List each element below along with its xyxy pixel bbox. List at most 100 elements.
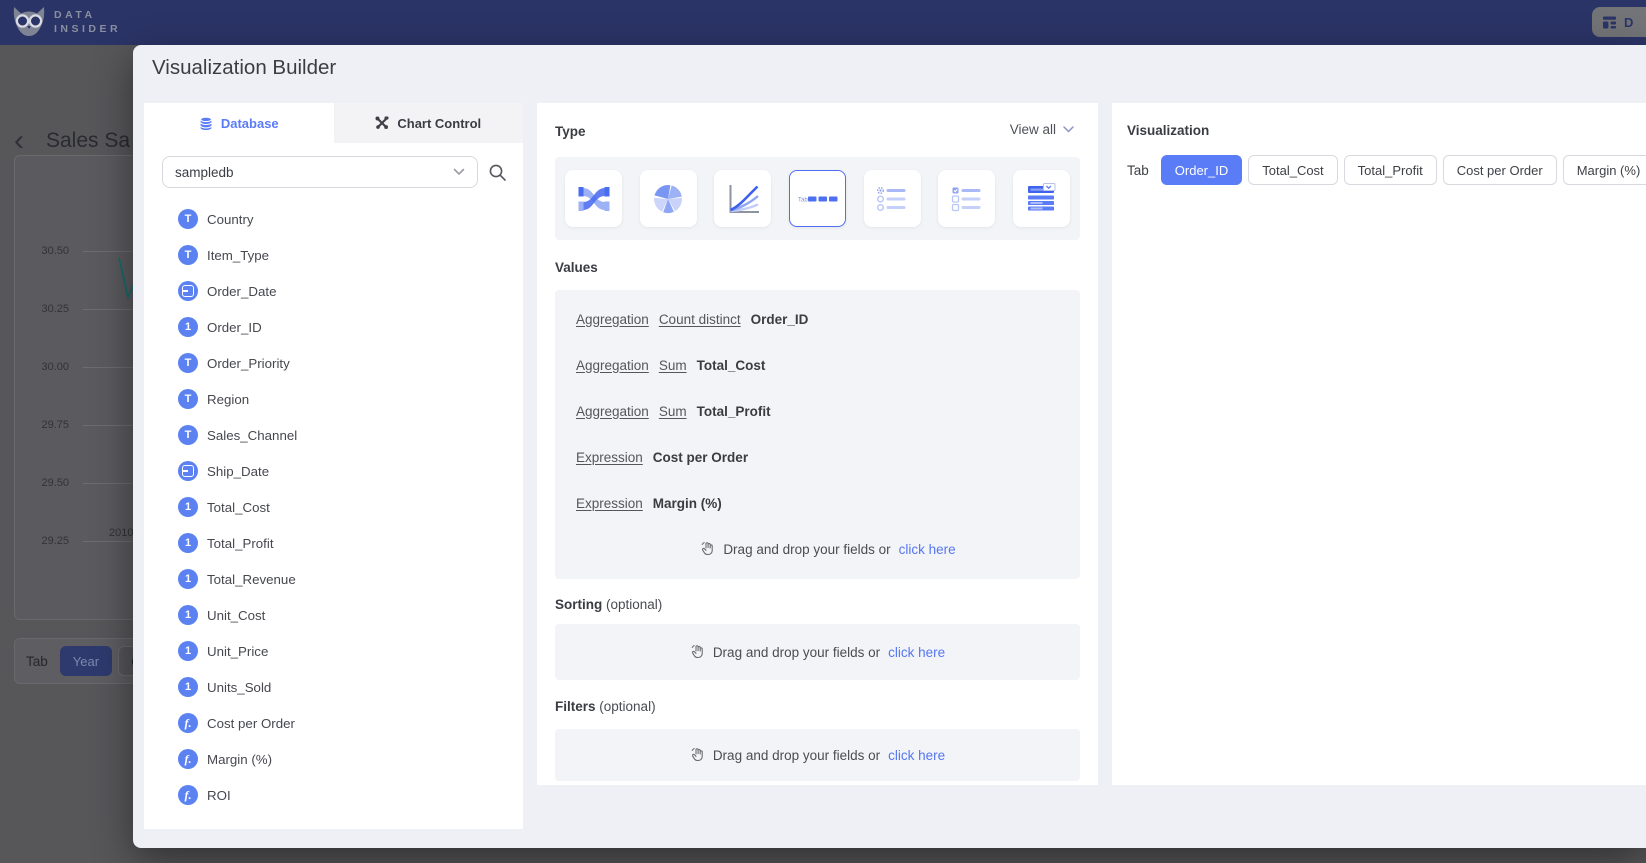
field-row[interactable]: T Sales_Channel (144, 417, 523, 453)
values-container: Aggregation Count distinct Order_ID Aggr… (555, 290, 1080, 579)
tab-chart-control[interactable]: Chart Control (334, 103, 524, 143)
sorting-dropzone[interactable]: Drag and drop your fields or click here (555, 624, 1080, 680)
value-kind-label[interactable]: Expression (576, 450, 643, 465)
brand-text: DATA INSIDER (54, 8, 121, 36)
background-chart: 30.50 30.25 30.00 29.75 29.50 (14, 155, 139, 620)
viz-tab-button[interactable]: Cost per Order (1443, 155, 1557, 185)
line-chart-icon (723, 179, 763, 219)
field-row[interactable]: 1 Units_Sold (144, 669, 523, 705)
field-row[interactable]: 1 Unit_Cost (144, 597, 523, 633)
type-tile-table[interactable] (1013, 170, 1070, 227)
period-button[interactable]: Year (60, 646, 112, 676)
field-type-icon: f. (178, 785, 198, 805)
type-tile-check-list[interactable] (938, 170, 995, 227)
visualization-panel: Visualization Tab Order_IDTotal_CostTota… (1112, 103, 1646, 785)
field-label: Order_Date (207, 284, 276, 299)
field-row[interactable]: f. ROI (144, 777, 523, 813)
value-kind-label[interactable]: Expression (576, 496, 643, 511)
period-buttons: YearQu (60, 646, 139, 676)
value-row[interactable]: Expression Margin (%) (576, 480, 1080, 526)
field-label: Ship_Date (207, 464, 269, 479)
field-row[interactable]: 1 Total_Cost (144, 489, 523, 525)
type-section-title: Type (555, 124, 586, 139)
view-all-button[interactable]: View all (1010, 122, 1074, 137)
field-row[interactable]: 1 Order_ID (144, 309, 523, 345)
value-kind-label[interactable]: Aggregation (576, 358, 649, 373)
value-function-label[interactable]: Count distinct (659, 312, 741, 327)
period-tab-label: Tab (26, 654, 48, 669)
field-label: Order_Priority (207, 356, 290, 371)
field-type-icon: 1 (178, 605, 198, 625)
value-field-label: Margin (%) (653, 496, 722, 511)
value-row[interactable]: Aggregation Sum Total_Cost (576, 342, 1080, 388)
value-row[interactable]: Aggregation Count distinct Order_ID (576, 296, 1080, 342)
field-type-icon: f. (178, 749, 198, 769)
type-tile-sankey-chart[interactable] (565, 170, 622, 227)
chart-line (15, 156, 139, 620)
dashboards-button[interactable]: D (1592, 7, 1646, 37)
values-drop-hint: Drag and drop your fields or click here (576, 526, 1080, 572)
value-kind-label[interactable]: Aggregation (576, 404, 649, 419)
field-label: Cost per Order (207, 716, 295, 731)
period-tab-bar: Tab YearQu (14, 638, 139, 684)
search-button[interactable] (488, 163, 507, 182)
type-tile-radio-list[interactable] (864, 170, 921, 227)
drop-hint-text: Drag and drop your fields or (713, 748, 880, 763)
drag-hand-icon (690, 644, 705, 660)
database-select[interactable]: sampledb (162, 156, 478, 188)
drag-hand-icon (700, 541, 715, 557)
value-function-label[interactable]: Sum (659, 358, 687, 373)
field-row[interactable]: T Item_Type (144, 237, 523, 273)
value-field-label: Total_Profit (697, 404, 771, 419)
radio-list-icon (872, 179, 912, 219)
tab-icon: Tab (795, 179, 839, 219)
type-tile-tab[interactable]: Tab (789, 170, 846, 227)
drop-hint-link[interactable]: click here (888, 748, 945, 763)
field-row[interactable]: 1 Total_Profit (144, 525, 523, 561)
field-type-icon: T (178, 245, 198, 265)
drop-hint-text: Drag and drop your fields or (713, 645, 880, 660)
field-type-icon: T (178, 353, 198, 373)
filters-dropzone[interactable]: Drag and drop your fields or click here (555, 729, 1080, 781)
drop-hint-link[interactable]: click here (899, 542, 956, 557)
field-list: T Country T Item_Type Order_Date (144, 201, 523, 813)
field-row[interactable]: f. Margin (%) (144, 741, 523, 777)
value-rows: Aggregation Count distinct Order_ID Aggr… (576, 296, 1080, 526)
table-icon (1021, 179, 1061, 219)
back-button[interactable]: ‹ (14, 130, 24, 152)
filters-section-title: Filters (optional) (555, 699, 656, 714)
field-row[interactable]: f. Cost per Order (144, 705, 523, 741)
field-row[interactable]: T Order_Priority (144, 345, 523, 381)
field-label: Total_Cost (207, 500, 270, 515)
tools-icon (375, 116, 389, 130)
value-function-label[interactable]: Sum (659, 404, 687, 419)
value-field-label: Cost per Order (653, 450, 748, 465)
value-kind-label[interactable]: Aggregation (576, 312, 649, 327)
drop-hint-link[interactable]: click here (888, 645, 945, 660)
type-tile-line-chart[interactable] (714, 170, 771, 227)
viz-tab-button[interactable]: Total_Profit (1344, 155, 1437, 185)
drop-hint-text: Drag and drop your fields or (723, 542, 890, 557)
viz-tab-button[interactable]: Order_ID (1161, 155, 1242, 185)
value-row[interactable]: Aggregation Sum Total_Profit (576, 388, 1080, 434)
field-row[interactable]: Ship_Date (144, 453, 523, 489)
field-row[interactable]: 1 Total_Revenue (144, 561, 523, 597)
values-section-title: Values (555, 260, 598, 275)
field-row[interactable]: 1 Unit_Price (144, 633, 523, 669)
field-type-icon: T (178, 389, 198, 409)
type-tile-pie-chart[interactable] (640, 170, 697, 227)
tab-database[interactable]: Database (144, 103, 334, 143)
field-type-icon: 1 (178, 677, 198, 697)
viz-tab-label: Tab (1127, 163, 1149, 178)
viz-tab-button[interactable]: Margin (%) (1563, 155, 1646, 185)
value-row[interactable]: Expression Cost per Order (576, 434, 1080, 480)
viz-tab-button[interactable]: Total_Cost (1248, 155, 1337, 185)
field-row[interactable]: Order_Date (144, 273, 523, 309)
page-title: Sales Sa (46, 129, 130, 153)
chevron-down-icon (1063, 126, 1074, 133)
field-type-icon: 1 (178, 569, 198, 589)
field-row[interactable]: T Country (144, 201, 523, 237)
field-label: Unit_Price (207, 644, 268, 659)
field-row[interactable]: T Region (144, 381, 523, 417)
chart-type-strip: Tab (555, 157, 1080, 240)
